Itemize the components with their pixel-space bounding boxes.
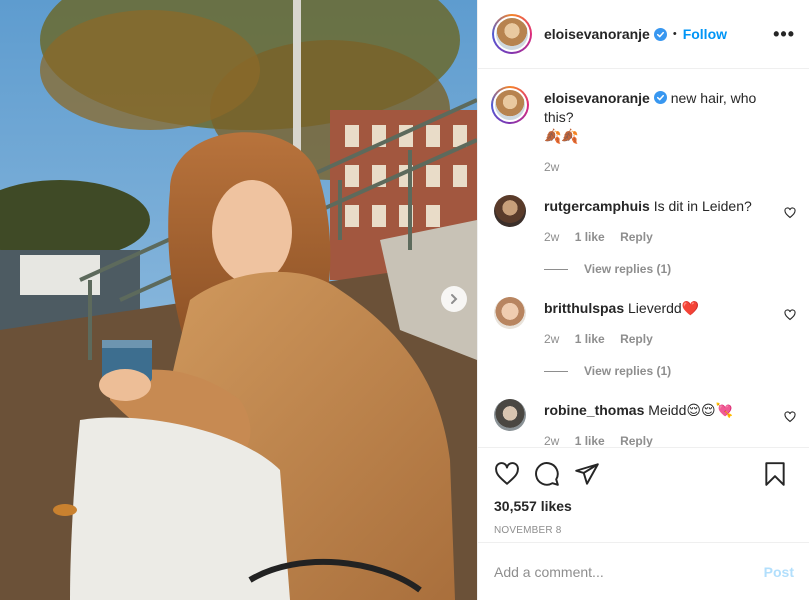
caption-avatar[interactable] [491, 86, 529, 124]
post-side-panel: eloisevanoranje • Follow ••• eloisevanor… [477, 0, 809, 600]
like-comment-heart-icon[interactable] [784, 309, 796, 321]
author-username[interactable]: eloisevanoranje [544, 26, 650, 42]
post-caption: eloisevanoranje new hair, who this? 🍂🍂 2… [491, 86, 796, 174]
comment-item: robine_thomas Meidd😌😌💘 2w 1 like Reply [492, 399, 796, 447]
commenter-avatar[interactable] [494, 297, 526, 329]
caption-emoji: 🍂🍂 [544, 128, 579, 144]
comment-age: 2w [544, 230, 560, 244]
reply-button[interactable]: Reply [620, 230, 653, 244]
comment-likes[interactable]: 1 like [575, 230, 605, 244]
comment-likes[interactable]: 1 like [575, 332, 605, 346]
comment-username[interactable]: britthulspas [544, 300, 624, 316]
comments-list[interactable]: eloisevanoranje new hair, who this? 🍂🍂 2… [478, 70, 809, 447]
follow-button[interactable]: Follow [683, 26, 727, 42]
comment-text: rutgercamphuis Is dit in Leiden? [544, 195, 796, 216]
comment-body: Is dit in Leiden? [653, 198, 752, 214]
caption-username[interactable]: eloisevanoranje [544, 90, 650, 106]
comment-icon[interactable] [534, 461, 560, 487]
replies-divider-line [544, 268, 568, 270]
post-photo[interactable] [0, 0, 477, 600]
comment-age: 2w [544, 332, 560, 346]
post-date: NOVEMBER 8 [494, 525, 562, 536]
comment-likes[interactable]: 1 like [575, 434, 605, 447]
verified-badge-icon [653, 27, 667, 41]
comment-username[interactable]: robine_thomas [544, 402, 644, 418]
likes-count[interactable]: 30,557 likes [494, 498, 794, 514]
next-photo-button[interactable] [441, 286, 467, 312]
comment-body: Meidd😌😌💘 [648, 402, 734, 418]
photo-illustration [0, 0, 477, 600]
post-header: eloisevanoranje • Follow ••• [478, 0, 809, 69]
like-comment-heart-icon[interactable] [784, 207, 796, 219]
post-actions: 30,557 likes NOVEMBER 8 [478, 447, 809, 536]
reply-button[interactable]: Reply [620, 434, 653, 447]
commenter-avatar[interactable] [494, 399, 526, 431]
comment-text: robine_thomas Meidd😌😌💘 [544, 399, 796, 420]
comment-text: britthulspas Lieverdd❤️ [544, 297, 796, 318]
add-comment-input[interactable] [494, 563, 764, 580]
view-replies-label: View replies (1) [584, 262, 672, 276]
comment-composer: Post [478, 542, 809, 600]
view-replies-label: View replies (1) [584, 364, 672, 378]
verified-badge-icon [653, 91, 667, 104]
view-replies-button[interactable]: View replies (1) [544, 262, 796, 276]
caption-age: 2w [544, 160, 560, 174]
reply-button[interactable]: Reply [620, 332, 653, 346]
caption-text: eloisevanoranje new hair, who this? 🍂🍂 [544, 89, 796, 146]
comment-body: Lieverdd❤️ [628, 300, 700, 316]
author-avatar[interactable] [492, 14, 532, 54]
author-avatar-image [496, 18, 528, 50]
view-replies-button[interactable]: View replies (1) [544, 364, 796, 378]
comment-age: 2w [544, 434, 560, 447]
comment-username[interactable]: rutgercamphuis [544, 198, 650, 214]
separator-dot: • [672, 28, 677, 40]
like-comment-heart-icon[interactable] [784, 411, 796, 423]
share-icon[interactable] [574, 461, 600, 487]
comment-item: rutgercamphuis Is dit in Leiden? 2w 1 li… [492, 195, 796, 244]
replies-divider-line [544, 370, 568, 372]
post-comment-button[interactable]: Post [764, 564, 794, 580]
heart-icon[interactable] [494, 461, 520, 487]
more-options-icon[interactable]: ••• [773, 24, 795, 45]
commenter-avatar[interactable] [494, 195, 526, 227]
bookmark-icon[interactable] [762, 461, 788, 487]
comment-item: britthulspas Lieverdd❤️ 2w 1 like Reply [492, 297, 796, 346]
chevron-right-icon [451, 294, 458, 304]
